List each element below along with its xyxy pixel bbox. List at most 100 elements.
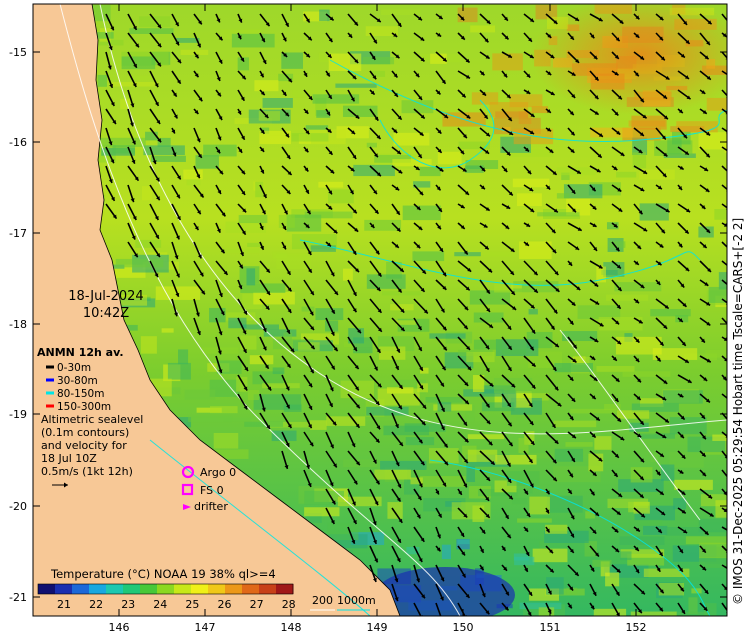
sst-patch bbox=[616, 410, 650, 419]
sst-patch bbox=[473, 312, 504, 323]
sst-patch bbox=[343, 459, 377, 468]
sst-patch bbox=[643, 525, 668, 535]
sst-patch bbox=[698, 132, 727, 150]
sst-patch bbox=[593, 608, 627, 616]
colorbar-tick-label: 26 bbox=[218, 598, 232, 611]
sst-patch bbox=[419, 166, 441, 177]
sst-patch bbox=[577, 305, 621, 319]
sst-patch bbox=[362, 56, 395, 65]
lon-tick-label: 149 bbox=[367, 621, 388, 634]
colorbar-tick-label: 23 bbox=[121, 598, 135, 611]
sst-patch bbox=[429, 333, 466, 339]
sst-patch bbox=[620, 551, 632, 561]
sst-patch bbox=[437, 151, 462, 165]
sst-patch bbox=[278, 214, 295, 228]
colorbar-tick-label: 25 bbox=[185, 598, 199, 611]
altimetry-line: 0.5m/s (1kt 12h) bbox=[41, 465, 133, 478]
sst-patch bbox=[688, 597, 698, 615]
map-plot-area bbox=[33, 4, 727, 616]
anmn-label: 150-300m bbox=[57, 401, 111, 413]
sst-patch bbox=[467, 449, 498, 462]
sst-patch bbox=[402, 205, 441, 221]
sst-patch bbox=[184, 389, 216, 400]
sst-patch bbox=[517, 518, 552, 523]
sst-patch bbox=[195, 155, 219, 169]
lat-tick-label: -20 bbox=[9, 500, 27, 513]
sst-patch bbox=[220, 248, 259, 254]
sst-patch bbox=[112, 145, 136, 154]
sea-temperature-map: 146 147 148 149 150 151 152 -15 -16 -17 -18 -19 -20… bbox=[9, 3, 745, 634]
altimetry-line: 18 Jul 10Z bbox=[41, 452, 97, 465]
sst-patch bbox=[592, 559, 612, 567]
colorbar-swatch bbox=[55, 584, 73, 594]
sst-patch bbox=[607, 498, 649, 509]
colorbar-swatch bbox=[191, 584, 209, 594]
colorbar-tick-label: 24 bbox=[153, 598, 167, 611]
colorbar-swatch bbox=[174, 584, 192, 594]
sst-patch bbox=[161, 328, 174, 333]
sst-patch bbox=[366, 142, 377, 148]
lat-tick-label: -16 bbox=[9, 136, 27, 149]
colorbar-tick-label: 21 bbox=[57, 598, 71, 611]
sst-patch bbox=[305, 125, 329, 130]
sst-patch bbox=[726, 612, 727, 616]
sst-patch bbox=[258, 111, 280, 121]
colorbar-swatch bbox=[276, 584, 294, 594]
sst-patch bbox=[178, 349, 189, 365]
lon-tick-label: 152 bbox=[626, 621, 647, 634]
sst-patch bbox=[458, 141, 490, 150]
sst-patch bbox=[630, 467, 653, 483]
sst-patch bbox=[272, 367, 285, 375]
sst-patch bbox=[412, 251, 445, 262]
sst-patch bbox=[167, 362, 191, 380]
sst-patch bbox=[457, 539, 470, 545]
sst-patch bbox=[380, 460, 427, 470]
time-label: 10:42Z bbox=[83, 306, 129, 321]
sst-patch bbox=[622, 371, 671, 377]
fs-label: FS 0 bbox=[200, 484, 224, 497]
sst-patch bbox=[650, 309, 691, 317]
sst-patch bbox=[451, 502, 491, 520]
colorbar-tick-label: 28 bbox=[282, 598, 296, 611]
sst-patch bbox=[188, 415, 233, 423]
sst-patch bbox=[249, 355, 274, 365]
sst-patch bbox=[262, 98, 293, 108]
sst-patch bbox=[342, 268, 353, 281]
sst-patch bbox=[310, 245, 336, 252]
sst-patch bbox=[546, 495, 583, 513]
colorbar-tick-label: 22 bbox=[89, 598, 103, 611]
colorbar-swatch bbox=[89, 584, 107, 594]
sst-patch bbox=[97, 74, 107, 87]
drifter-label: drifter bbox=[194, 500, 228, 513]
colorbar-tick-label: 27 bbox=[250, 598, 264, 611]
sst-patch bbox=[276, 253, 311, 270]
altimetry-line: Altimetric sealevel bbox=[41, 413, 143, 426]
sst-patch bbox=[318, 181, 344, 188]
lat-tick-label: -21 bbox=[9, 591, 27, 604]
sst-patch bbox=[327, 522, 359, 541]
sst-patch bbox=[672, 131, 691, 145]
colorbar-swatch bbox=[38, 584, 56, 594]
sst-patch bbox=[138, 16, 171, 27]
date-label: 18-Jul-2024 bbox=[68, 289, 143, 304]
colorbar-swatch bbox=[123, 584, 141, 594]
sst-patch bbox=[238, 214, 268, 224]
sst-patch bbox=[669, 417, 707, 435]
sst-patch bbox=[392, 159, 432, 167]
lon-tick-label: 148 bbox=[281, 621, 302, 634]
sst-patch bbox=[537, 212, 580, 217]
sst-patch bbox=[470, 25, 495, 33]
colorbar-swatch bbox=[242, 584, 260, 594]
sst-patch bbox=[660, 464, 675, 481]
lon-tick-label: 146 bbox=[109, 621, 130, 634]
sst-patch bbox=[509, 94, 543, 108]
sst-patch bbox=[315, 308, 344, 321]
sst-patch bbox=[724, 139, 727, 153]
sst-patch bbox=[594, 436, 612, 450]
sst-patch bbox=[115, 258, 164, 268]
argo-label: Argo 0 bbox=[200, 466, 236, 479]
sst-patch bbox=[242, 324, 279, 330]
sst-patch bbox=[518, 438, 529, 453]
sst-patch bbox=[457, 7, 478, 23]
sst-patch bbox=[387, 502, 403, 519]
